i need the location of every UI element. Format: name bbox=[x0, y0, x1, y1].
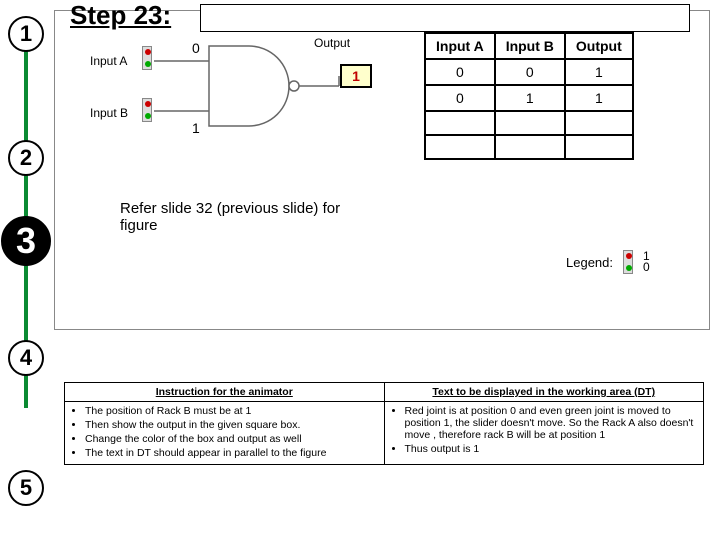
table-row: 0 0 1 bbox=[425, 59, 633, 85]
legend-label: Legend: bbox=[566, 255, 613, 270]
list-item: Then show the output in the given square… bbox=[85, 419, 378, 431]
cell: 1 bbox=[495, 85, 565, 111]
table-row bbox=[425, 135, 633, 159]
table-row: 0 1 1 bbox=[425, 85, 633, 111]
slide: 1 2 3 4 5 Step 23: Input A Input B Outpu… bbox=[0, 0, 720, 540]
label-input-a: Input A bbox=[90, 54, 127, 68]
cell: 1 bbox=[565, 85, 633, 111]
cell: 0 bbox=[425, 59, 495, 85]
page-title: Step 23: bbox=[70, 0, 171, 31]
cell bbox=[425, 135, 495, 159]
title-input-box[interactable] bbox=[200, 4, 690, 32]
legend-switch-icon bbox=[623, 250, 633, 274]
label-input-b: Input B bbox=[90, 106, 128, 120]
instr-right-header: Text to be displayed in the working area… bbox=[384, 383, 704, 402]
cell bbox=[425, 111, 495, 135]
th-input-a: Input A bbox=[425, 33, 495, 59]
instr-left-header: Instruction for the animator bbox=[65, 383, 385, 402]
list-item: The text in DT should appear in parallel… bbox=[85, 447, 378, 459]
table-header-row: Input A Input B Output bbox=[425, 33, 633, 59]
output-value-box: 1 bbox=[340, 64, 372, 88]
switch-input-a[interactable] bbox=[142, 46, 152, 70]
list-item: The position of Rack B must be at 1 bbox=[85, 405, 378, 417]
th-output: Output bbox=[565, 33, 633, 59]
th-input-b: Input B bbox=[495, 33, 565, 59]
cell: 0 bbox=[495, 59, 565, 85]
cell: 1 bbox=[565, 59, 633, 85]
legend: Legend: 1 0 bbox=[566, 250, 650, 274]
legend-values: 1 0 bbox=[643, 251, 650, 273]
list-item: Red joint is at position 0 and even gree… bbox=[405, 405, 698, 441]
truth-table: Input A Input B Output 0 0 1 0 1 1 bbox=[424, 32, 634, 160]
cell bbox=[565, 111, 633, 135]
step-bubble-5[interactable]: 5 bbox=[8, 470, 44, 506]
refer-note: Refer slide 32 (previous slide) for figu… bbox=[120, 200, 370, 234]
cell bbox=[495, 111, 565, 135]
cell: 0 bbox=[425, 85, 495, 111]
instr-right-cell: Red joint is at position 0 and even gree… bbox=[384, 402, 704, 465]
step-bubble-3[interactable]: 3 bbox=[1, 216, 51, 266]
nand-gate-icon bbox=[154, 36, 354, 136]
logic-circuit: Input A Input B Output 0 1 1 bbox=[64, 36, 424, 156]
instr-left-cell: The position of Rack B must be at 1 Then… bbox=[65, 402, 385, 465]
list-item: Change the color of the box and output a… bbox=[85, 433, 378, 445]
list-item: Thus output is 1 bbox=[405, 443, 698, 455]
switch-input-b[interactable] bbox=[142, 98, 152, 122]
instruction-table: Instruction for the animator Text to be … bbox=[64, 382, 704, 465]
step-bubble-4[interactable]: 4 bbox=[8, 340, 44, 376]
step-bubble-2[interactable]: 2 bbox=[8, 140, 44, 176]
table-row bbox=[425, 111, 633, 135]
cell bbox=[495, 135, 565, 159]
cell bbox=[565, 135, 633, 159]
step-bubble-1[interactable]: 1 bbox=[8, 16, 44, 52]
legend-value-0: 0 bbox=[643, 262, 650, 273]
